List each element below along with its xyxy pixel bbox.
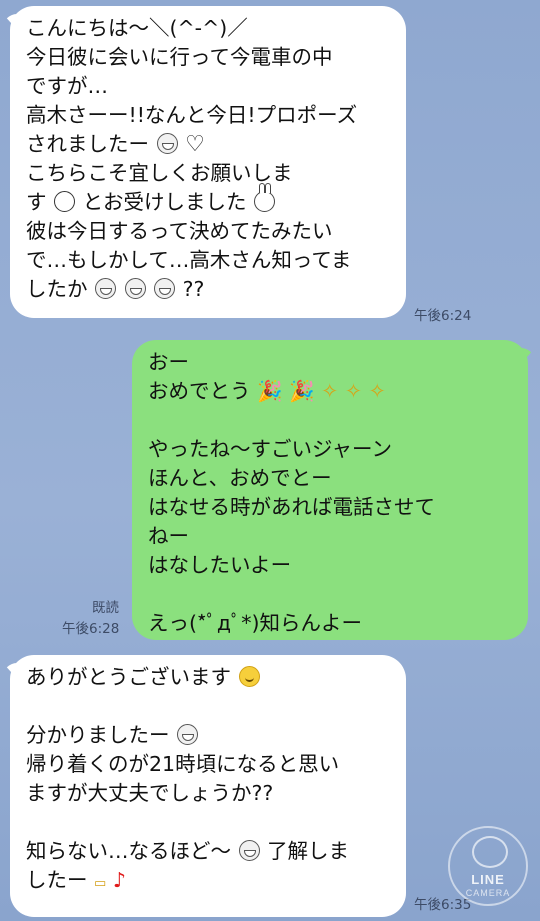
message-line: やったね〜すごいジャーン (148, 437, 392, 461)
message-line-group: 知らない…なるほど〜 了解しま (26, 837, 390, 866)
grin-emoji-icon (238, 840, 260, 861)
sparkle-icon: ✧ (368, 379, 386, 403)
message-text: おめでとう (148, 379, 251, 403)
message-line-group: おめでとう 🎉 🎉 ✧ ✧ ✧ (148, 377, 512, 406)
message-text: 知らない…なるほど〜 (26, 839, 231, 863)
message-line: ですが… (26, 74, 108, 98)
message-line-group: したー ▭ ♪ (26, 866, 390, 895)
message-line: はなしたいよー (148, 553, 292, 577)
sparkle-icon: ✧ (321, 379, 339, 403)
message-line: こんにちは〜＼(^-^)／ (26, 16, 248, 40)
sparkle-icon: ✧ (344, 379, 363, 403)
bunny-emoji-icon (254, 183, 276, 212)
message-line: 彼は今日するって決めてたみたい (26, 219, 333, 243)
message-text: したか (26, 277, 88, 301)
message-line: 今日彼に会いに行って今電車の中 (26, 45, 333, 69)
message-text: されましたー (26, 132, 149, 156)
message-text: 了解しま (267, 839, 350, 863)
message-line-group: されましたー ♡ (26, 130, 390, 159)
party-popper-icon: 🎉 (257, 379, 283, 403)
message-bubble-received-2[interactable]: ありがとうございます 分かりましたー 帰り着くのが21時頃になると思い ますが大… (3, 655, 406, 917)
message-line-group: す とお受けしました (26, 183, 390, 217)
smiling-face-icon: ▭ (94, 876, 107, 891)
message-bubble-sent-1[interactable]: おー おめでとう 🎉 🎉 ✧ ✧ ✧ やったね〜すごいジャーン ほんと、おめでと… (132, 340, 535, 640)
message-text: ありがとうございます (26, 665, 231, 689)
message-line-group: ありがとうございます (26, 663, 390, 692)
line-camera-watermark: LINE CAMERA (448, 826, 528, 906)
heart-icon: ♡ (185, 132, 205, 157)
grin-emoji-icon (95, 278, 117, 299)
message-line: こちらこそ宜しくお願いしま (26, 161, 293, 185)
watermark-brand: LINE (471, 872, 505, 887)
bear-face-icon (472, 836, 508, 868)
watermark-sub: CAMERA (465, 888, 511, 898)
message-text: 分かりましたー (26, 723, 170, 747)
message-bubble-received-1[interactable]: こんにちは〜＼(^-^)／ 今日彼に会いに行って今電車の中 ですが… 高木さーー… (3, 6, 406, 318)
grin-emoji-icon (154, 278, 176, 299)
message-line: えっ(*ﾟдﾟ*)知らんよー (148, 611, 362, 635)
timestamp: 午後6:28 (62, 621, 120, 637)
message-line: 高木さーー!!なんと今日!プロポーズ (26, 103, 358, 127)
message-line-group: したか ?? (26, 275, 390, 304)
message-line: ほんと、おめでとー (148, 466, 332, 490)
message-text: ?? (182, 277, 205, 301)
message-text: す (26, 190, 47, 214)
party-popper-icon: 🎉 (289, 379, 315, 403)
message-text: とお受けしました (82, 190, 247, 214)
timestamp: 午後6:24 (414, 308, 472, 324)
smile-emoji-icon (238, 666, 260, 687)
grin-emoji-icon (156, 133, 178, 154)
grin-emoji-icon (124, 278, 146, 299)
message-line: ねー (148, 524, 189, 548)
read-receipt: 既読 (92, 600, 119, 616)
message-text: したー (26, 868, 88, 892)
message-line: おー (148, 350, 189, 374)
grin-emoji-icon (177, 724, 199, 745)
message-line-group: 分かりましたー (26, 721, 390, 750)
message-line: 帰り着くのが21時頃になると思い (26, 752, 340, 776)
message-line: ますが大丈夫でしょうか?? (26, 781, 274, 805)
message-line: はなせる時があれば電話させて (148, 495, 435, 519)
music-note-icon: ♪ (112, 868, 126, 892)
white-blob-emoji-icon (54, 191, 76, 212)
message-line: で…もしかして…高木さん知ってま (26, 248, 352, 272)
